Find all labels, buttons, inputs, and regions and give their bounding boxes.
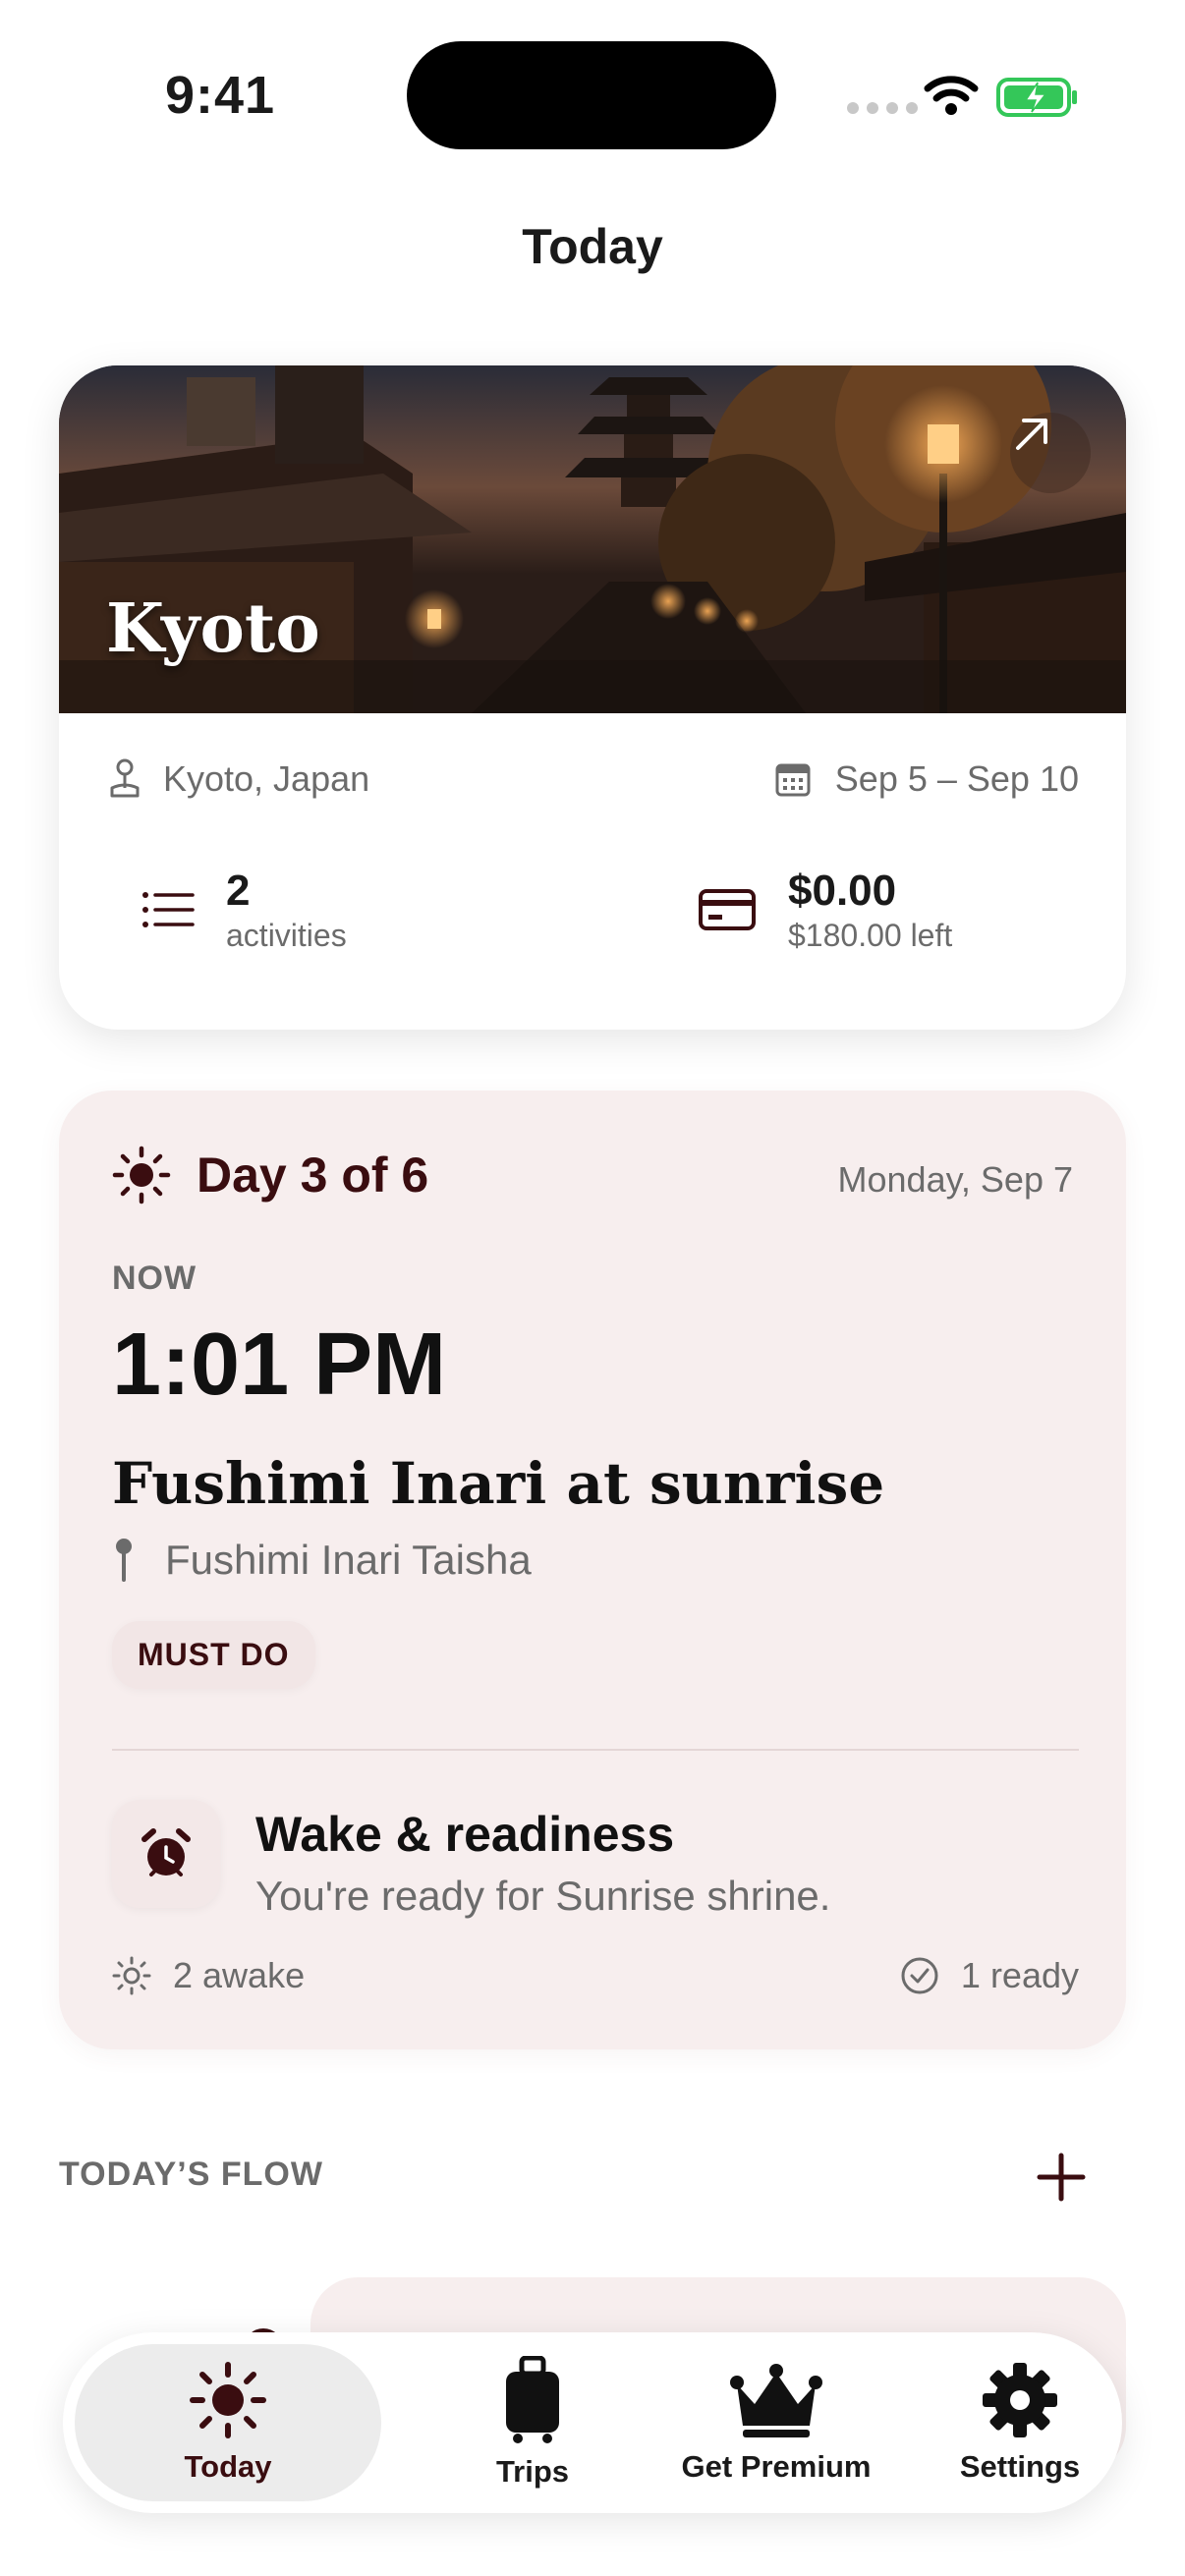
suitcase-icon <box>506 2356 559 2443</box>
calendar-icon <box>775 763 811 797</box>
wake-title: Wake & readiness <box>255 1807 675 1862</box>
tab-bar: Today Trips Get Premium Settings <box>63 2332 1122 2513</box>
activities-stat: 2 activities <box>141 867 347 954</box>
day-header: Day 3 of 6 <box>112 1146 428 1204</box>
page-title: Today <box>522 219 663 274</box>
status-bar: 9:41 <box>0 0 1185 187</box>
budget-spent: $0.00 <box>788 867 897 915</box>
alarm-clock-icon <box>141 1828 191 1876</box>
trip-meta-row: Kyoto, Japan Sep 5 – Sep 10 <box>106 758 1079 817</box>
sun-outline-icon <box>112 1956 151 1995</box>
check-circle-icon <box>901 1957 938 1994</box>
trip-location-text: Kyoto, Japan <box>163 758 370 799</box>
now-time: 1:01 PM <box>112 1316 447 1414</box>
now-label: NOW <box>112 1260 198 1297</box>
awake-stat: 2 awake <box>112 1955 305 1996</box>
cellular-signal-icon <box>847 102 918 114</box>
activities-label: activities <box>226 917 347 953</box>
location-pin-icon <box>110 758 140 798</box>
activities-count: 2 <box>226 867 251 915</box>
trip-hero-image: Kyoto <box>59 365 1126 713</box>
activity-place-text: Fushimi Inari Taisha <box>165 1537 532 1583</box>
tab-get-premium[interactable]: Get Premium <box>654 2344 898 2501</box>
wake-stats: 2 awake 1 ready <box>112 1955 1079 2014</box>
day-date: Monday, Sep 7 <box>837 1159 1073 1200</box>
wake-icon-box <box>112 1800 220 1908</box>
tab-today-label: Today <box>184 2449 272 2484</box>
ready-count: 1 ready <box>960 1955 1079 1995</box>
tab-trips[interactable]: Trips <box>411 2344 654 2501</box>
tab-trips-label: Trips <box>495 2454 570 2489</box>
map-pin-icon <box>116 1539 132 1582</box>
trip-location: Kyoto, Japan <box>106 758 369 800</box>
add-icon[interactable] <box>1034 2150 1089 2205</box>
gear-icon <box>983 2363 1057 2437</box>
credit-card-icon <box>699 889 756 931</box>
wifi-icon <box>924 76 979 115</box>
trip-dates-text: Sep 5 – Sep 10 <box>834 758 1079 799</box>
trip-stats-row: 2 activities $0.00 $180.00 left <box>106 867 1079 984</box>
budget-stat: $0.00 $180.00 left <box>698 867 952 954</box>
awake-count: 2 awake <box>173 1955 306 1995</box>
divider <box>112 1749 1079 1751</box>
activity-title[interactable]: Fushimi Inari at sunrise <box>112 1450 884 1517</box>
todays-flow-header: TODAY’S FLOW <box>59 2156 323 2193</box>
crown-icon <box>730 2364 822 2437</box>
status-time: 9:41 <box>165 66 276 125</box>
open-trip-button[interactable] <box>1010 413 1091 493</box>
must-do-badge: MUST DO <box>112 1621 315 1689</box>
activity-place: Fushimi Inari Taisha <box>112 1537 532 1584</box>
tab-settings[interactable]: Settings <box>898 2344 1142 2501</box>
list-icon <box>142 892 195 928</box>
dynamic-island <box>407 41 776 149</box>
arrow-up-right-icon <box>1016 419 1047 450</box>
day-label: Day 3 of 6 <box>197 1148 429 1203</box>
wake-subtitle: You're ready for Sunrise shrine. <box>255 1873 831 1919</box>
tab-today[interactable]: Today <box>75 2344 381 2501</box>
tab-settings-label: Settings <box>959 2449 1081 2484</box>
budget-left: $180.00 left <box>788 917 953 953</box>
ready-stat: 1 ready <box>900 1955 1079 1996</box>
trip-dates: Sep 5 – Sep 10 <box>774 758 1079 800</box>
sun-icon <box>190 2362 266 2438</box>
day-card[interactable]: Day 3 of 6 Monday, Sep 7 NOW 1:01 PM Fus… <box>59 1091 1126 2049</box>
tab-get-premium-label: Get Premium <box>681 2449 872 2484</box>
battery-charging-icon <box>996 78 1077 117</box>
trip-card[interactable]: Kyoto Kyoto, Japan Sep 5 – Sep 10 2 acti… <box>59 365 1126 1030</box>
sun-icon <box>112 1146 171 1204</box>
trip-city-name: Kyoto <box>106 589 320 668</box>
